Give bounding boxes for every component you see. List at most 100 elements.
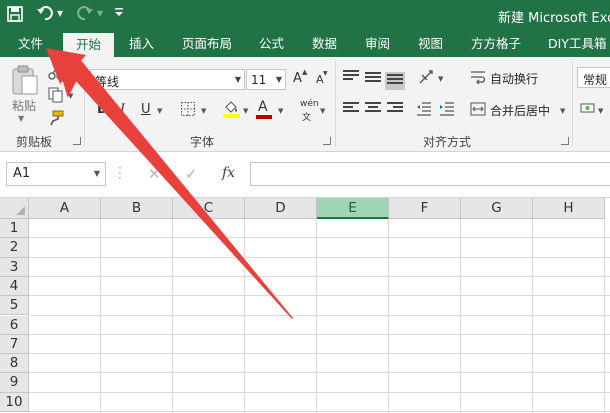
merge-center-button[interactable]: 合并后居中 (490, 102, 550, 119)
tab-data[interactable]: 数据 (312, 30, 337, 57)
row-header-8[interactable]: 8 (0, 354, 29, 374)
alignment-launcher-icon[interactable] (561, 137, 569, 145)
tab-file[interactable]: 文件 (18, 30, 43, 57)
wrap-text-button[interactable]: 自动换行 (490, 70, 538, 87)
select-all-icon (16, 206, 25, 215)
column-header-a[interactable]: A (29, 198, 101, 219)
tab-insert[interactable]: 插入 (129, 30, 154, 57)
redo-dropdown-icon[interactable]: ▼ (97, 9, 103, 18)
increase-indent-icon[interactable] (439, 101, 455, 117)
column-gridline (316, 219, 317, 413)
column-gridline (532, 219, 533, 413)
row-header-5[interactable]: 5 (0, 296, 29, 316)
merge-center-icon[interactable] (470, 101, 486, 117)
accounting-format-icon[interactable] (580, 101, 596, 117)
row-gridline (29, 353, 610, 355)
align-right-icon[interactable] (387, 102, 403, 116)
tab-diy-toolbox[interactable]: DIY工具箱 (548, 30, 606, 57)
phonetic-guide-button[interactable]: wén (300, 99, 319, 109)
row-header-6[interactable]: 6 (0, 315, 29, 335)
font-size-combo[interactable]: 11 ▼ (246, 69, 286, 90)
ribbon-home: 粘贴 ▼ ▼ 剪贴板 等线 ▼ 11 ▼ A ▲ A ▼ B I U ▼ ▼ ▼… (0, 57, 610, 152)
align-center-icon[interactable] (365, 102, 381, 116)
bold-button[interactable]: B (97, 102, 107, 117)
row-header-9[interactable]: 9 (0, 373, 29, 393)
font-color-dropdown-icon[interactable]: ▼ (278, 107, 283, 115)
underline-button[interactable]: U (141, 102, 151, 117)
worksheet-grid[interactable]: ABCDEFGH 1 2 3 4 5 6 7 8 9 10 (0, 198, 610, 413)
accounting-dropdown-icon[interactable]: ▼ (598, 107, 603, 115)
ribbon-tabs: 文件 开始 插入 页面布局 公式 数据 审阅 视图 方方格子 DIY工具箱 (0, 30, 610, 57)
row-header-7[interactable]: 7 (0, 334, 29, 355)
row-gridline (29, 333, 610, 335)
align-top-icon[interactable] (343, 70, 359, 84)
row-header-4[interactable]: 4 (0, 276, 29, 297)
borders-icon[interactable] (180, 101, 196, 117)
font-name-value: 等线 (95, 75, 120, 89)
font-name-combo[interactable]: 等线 ▼ (90, 69, 245, 90)
decrease-indent-icon[interactable] (416, 101, 432, 117)
borders-dropdown-icon[interactable]: ▼ (201, 107, 206, 115)
undo-icon[interactable] (36, 4, 54, 22)
enter-icon[interactable]: ✓ (185, 165, 198, 183)
save-icon[interactable] (6, 5, 24, 23)
phonetic-dropdown-icon[interactable]: ▼ (320, 107, 325, 115)
paste-dropdown-icon[interactable]: ▼ (18, 114, 24, 123)
underline-dropdown-icon[interactable]: ▼ (157, 107, 162, 115)
chevron-down-icon: ▼ (275, 75, 282, 84)
select-all-button[interactable] (0, 198, 29, 219)
tab-page-layout[interactable]: 页面布局 (182, 30, 232, 57)
copy-dropdown-icon[interactable]: ▼ (68, 92, 73, 100)
paste-icon[interactable] (10, 64, 40, 96)
format-painter-icon[interactable] (48, 110, 64, 126)
column-gridline (460, 219, 461, 413)
align-bottom-icon[interactable] (385, 72, 405, 90)
redo-icon[interactable] (76, 4, 94, 22)
tab-view[interactable]: 视图 (418, 30, 443, 57)
customize-toolbar-icon[interactable] (114, 6, 124, 18)
merge-dropdown-icon[interactable]: ▼ (560, 107, 565, 115)
font-color-button[interactable]: A (258, 99, 268, 115)
number-format-combo[interactable]: 常规 (577, 67, 610, 88)
font-color-swatch (256, 115, 272, 119)
column-header-c[interactable]: C (173, 198, 245, 219)
row-gridline (29, 314, 610, 316)
cancel-icon[interactable]: ✕ (148, 165, 161, 183)
row-header-10[interactable]: 10 (0, 392, 29, 412)
row-header-3[interactable]: 3 (0, 257, 29, 277)
column-header-h[interactable]: H (533, 198, 605, 219)
align-middle-icon[interactable] (365, 72, 381, 86)
fill-color-icon[interactable] (222, 99, 240, 119)
row-gridline (29, 411, 610, 412)
align-left-icon[interactable] (343, 102, 359, 116)
undo-dropdown-icon[interactable]: ▼ (57, 9, 63, 18)
copy-icon[interactable] (48, 87, 64, 103)
orientation-dropdown-icon[interactable]: ▼ (438, 75, 443, 83)
tab-fangfang[interactable]: 方方格子 (471, 30, 521, 57)
tab-review[interactable]: 审阅 (365, 30, 390, 57)
number-format-value: 常规 (583, 73, 608, 87)
column-header-g[interactable]: G (461, 198, 533, 219)
column-header-e[interactable]: E (317, 198, 389, 219)
wrap-text-icon[interactable] (470, 69, 486, 85)
grow-font-button[interactable]: A (293, 71, 302, 86)
column-header-b[interactable]: B (101, 198, 173, 219)
clipboard-launcher-icon[interactable] (73, 137, 81, 145)
italic-button[interactable]: I (120, 102, 125, 117)
column-header-d[interactable]: D (245, 198, 317, 219)
tab-formulas[interactable]: 公式 (259, 30, 284, 57)
name-box[interactable]: A1 ▼ (6, 162, 106, 186)
resize-handle-icon[interactable]: · · · (118, 162, 122, 184)
orientation-icon[interactable] (418, 69, 434, 85)
fill-color-dropdown-icon[interactable]: ▼ (243, 107, 248, 115)
insert-function-icon[interactable]: fx (222, 165, 235, 181)
paste-button-label[interactable]: 粘贴 (12, 97, 36, 114)
tab-home[interactable]: 开始 (63, 33, 115, 57)
row-header-1[interactable]: 1 (0, 219, 29, 239)
cut-icon[interactable] (48, 64, 64, 80)
column-header-f[interactable]: F (389, 198, 461, 219)
font-launcher-icon[interactable] (323, 137, 331, 145)
formula-input[interactable] (250, 162, 610, 186)
row-header-2[interactable]: 2 (0, 238, 29, 258)
grow-font-icon: ▲ (302, 68, 308, 76)
